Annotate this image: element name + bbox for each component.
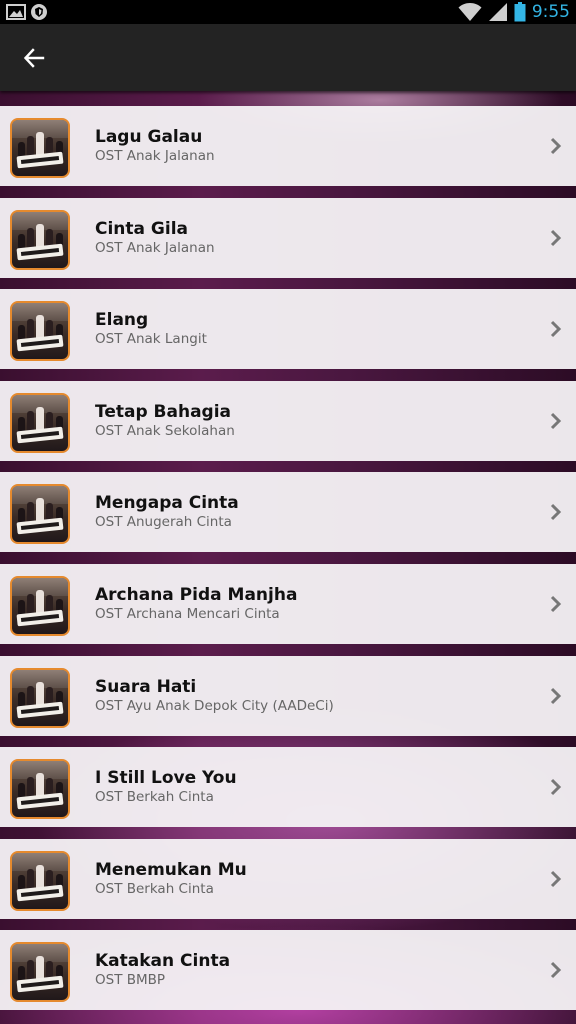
song-title: Katakan Cinta <box>95 951 231 972</box>
chevron-right-icon <box>550 229 562 246</box>
chevron-right-icon <box>550 687 562 704</box>
song-title: Lagu Galau <box>95 127 203 147</box>
song-list: Lagu Galau OST Anak Jalanan Cinta Gila O… <box>0 106 576 1022</box>
song-subtitle: OST Anak Jalanan <box>95 239 215 256</box>
chevron-right-icon <box>550 962 562 979</box>
signal-icon <box>488 3 507 21</box>
list-item[interactable]: I Still Love You OST Berkah Cinta <box>0 747 576 828</box>
song-subtitle: OST Anak Jalanan <box>95 148 215 164</box>
chevron-right-icon <box>550 412 562 429</box>
list-item[interactable]: Cinta Gila OST Anak Jalanan <box>0 197 576 278</box>
song-title: Mengapa Cinta <box>95 493 239 514</box>
notification-icons <box>6 3 48 21</box>
chevron-right-icon <box>550 504 562 521</box>
album-thumbnail <box>10 575 70 636</box>
list-item[interactable]: Archana Pida Manjha OST Archana Mencari … <box>0 563 576 644</box>
album-thumbnail <box>10 759 70 820</box>
album-thumbnail <box>10 942 70 1003</box>
list-item[interactable]: Lagu Galau OST Anak Jalanan <box>0 106 576 186</box>
chevron-right-icon <box>550 595 562 613</box>
song-title: I Still Love You <box>95 768 237 789</box>
system-icons: 9:55 <box>458 0 570 24</box>
album-thumbnail <box>10 484 70 545</box>
list-item[interactable]: Tetap Bahagia OST Anak Sekolahan <box>0 380 576 461</box>
album-thumbnail <box>10 209 70 270</box>
list-item[interactable]: Elang OST Anak Langit <box>0 289 576 370</box>
album-thumbnail <box>10 667 70 728</box>
song-title: Tetap Bahagia <box>95 401 232 422</box>
song-subtitle: OST Anak Langit <box>95 331 207 348</box>
chevron-right-icon <box>550 137 562 155</box>
song-subtitle: OST BMBP <box>95 972 166 989</box>
song-subtitle: OST Archana Mencari Cinta <box>95 605 280 622</box>
song-title: Archana Pida Manjha <box>95 584 298 605</box>
song-subtitle: OST Anugerah Cinta <box>95 514 232 531</box>
list-item[interactable]: Mengapa Cinta OST Anugerah Cinta <box>0 472 576 553</box>
list-item[interactable]: Menemukan Mu OST Berkah Cinta <box>0 838 576 919</box>
song-subtitle: OST Berkah Cinta <box>95 789 214 806</box>
album-thumbnail <box>10 392 70 453</box>
back-button[interactable] <box>14 38 54 78</box>
image-icon <box>6 4 26 20</box>
wifi-icon <box>458 3 482 21</box>
song-title: Elang <box>95 310 149 331</box>
song-subtitle: OST Ayu Anak Depok City (AADeCi) <box>95 697 334 714</box>
album-thumbnail <box>10 118 70 178</box>
list-item[interactable]: Suara Hati OST Ayu Anak Depok City (AADe… <box>0 655 576 736</box>
battery-icon <box>514 2 526 22</box>
shield-icon <box>31 4 47 20</box>
song-subtitle: OST Anak Sekolahan <box>95 422 235 439</box>
song-title: Menemukan Mu <box>95 859 247 880</box>
chevron-right-icon <box>550 779 562 796</box>
album-thumbnail <box>10 850 70 911</box>
song-title: Cinta Gila <box>95 218 189 239</box>
arrow-left-icon <box>23 48 45 68</box>
song-title: Suara Hati <box>95 676 197 697</box>
app-bar <box>0 24 576 91</box>
chevron-right-icon <box>550 870 562 887</box>
status-clock: 9:55 <box>531 2 570 22</box>
song-subtitle: OST Berkah Cinta <box>95 880 214 897</box>
album-thumbnail <box>10 301 70 362</box>
status-bar: 9:55 <box>0 0 576 24</box>
list-item[interactable]: Katakan Cinta OST BMBP <box>0 930 576 1011</box>
chevron-right-icon <box>550 321 562 338</box>
